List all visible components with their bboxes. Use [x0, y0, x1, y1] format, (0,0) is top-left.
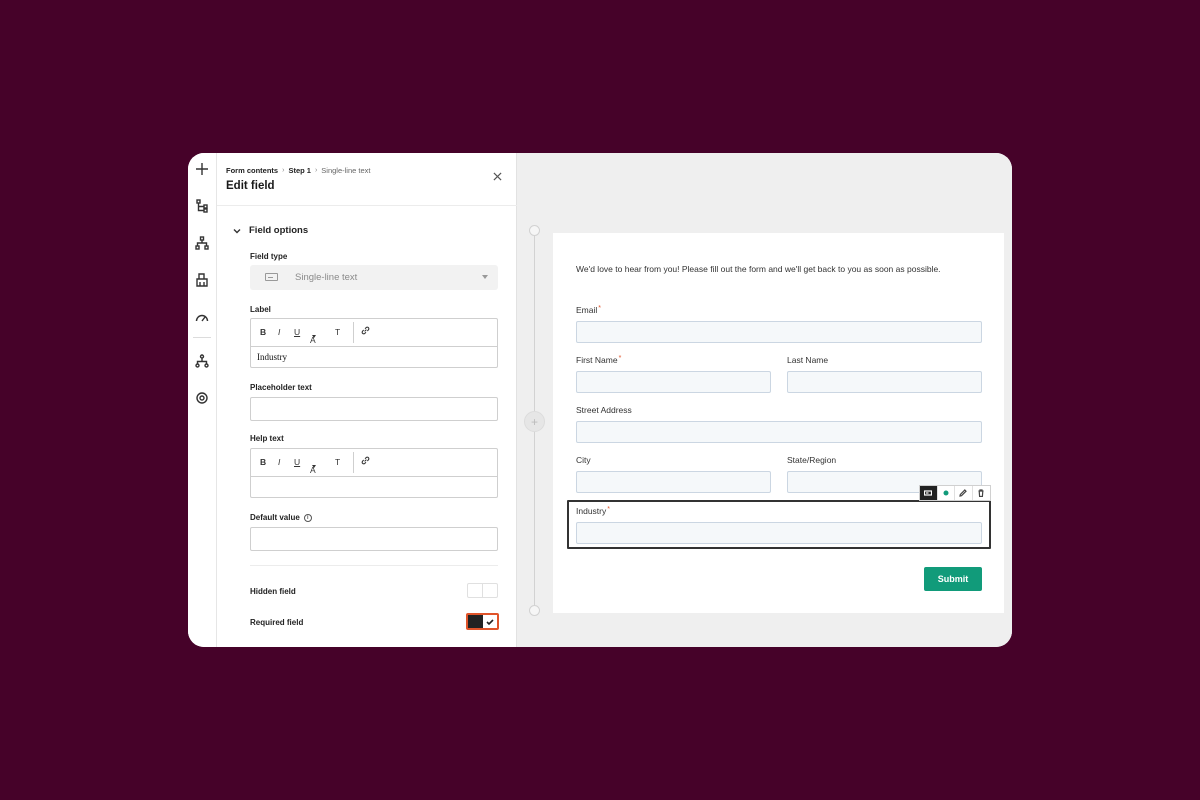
rich-text-toolbar: B I U A T [251, 319, 497, 347]
required-field-label: Required field [250, 618, 304, 627]
form-intro-text: We'd love to hear from you! Please fill … [576, 264, 941, 274]
label-input[interactable]: Industry [251, 347, 497, 367]
field-actions-toolbar [919, 485, 991, 501]
app-window: Form contents › Step 1 › Single-line tex… [188, 153, 1012, 647]
caret-down-icon [312, 335, 316, 338]
toggle-knob [483, 615, 497, 628]
required-mark: * [598, 305, 601, 312]
street-address-label: Street Address [576, 405, 632, 415]
field-type-value: Single-line text [295, 272, 358, 283]
default-value-input[interactable] [250, 527, 498, 551]
hidden-field-label: Hidden field [250, 587, 296, 596]
hierarchy-icon[interactable] [194, 235, 210, 251]
last-name-label: Last Name [787, 355, 829, 365]
field-type-select[interactable]: Single-line text [250, 265, 498, 290]
link-icon[interactable] [361, 326, 370, 337]
italic-button[interactable]: I [278, 327, 280, 337]
close-icon [492, 171, 502, 181]
street-address-field[interactable] [576, 421, 982, 443]
bold-button[interactable]: B [260, 327, 266, 337]
breadcrumb: Form contents › Step 1 › Single-line tex… [226, 166, 371, 175]
status-dot-icon [943, 490, 949, 496]
add-icon[interactable] [194, 161, 210, 177]
form-preview: + We'd love to hear from you! Please fil… [517, 153, 1012, 647]
text-field-icon [265, 273, 278, 281]
tree-icon[interactable] [194, 198, 210, 214]
toolbar-divider [353, 322, 354, 343]
breadcrumb-current: Single-line text [321, 166, 371, 175]
edit-action[interactable] [955, 486, 973, 500]
help-text-editor: B I U A T [250, 448, 498, 498]
help-text-input[interactable] [251, 477, 497, 497]
underline-button[interactable]: U [294, 457, 300, 467]
check-icon [486, 618, 494, 625]
default-value-label: Default value i [250, 513, 312, 522]
email-field[interactable] [576, 321, 982, 343]
city-label: City [576, 455, 591, 465]
header-divider [217, 205, 517, 206]
gauge-icon[interactable] [194, 309, 210, 325]
submit-button[interactable]: Submit [924, 567, 982, 591]
icon-rail [188, 153, 217, 647]
add-step-button[interactable]: + [524, 411, 545, 432]
trash-icon [978, 489, 984, 497]
org-chart-icon[interactable] [194, 353, 210, 369]
first-name-label: First Name* [576, 355, 621, 365]
caret-down-icon [482, 275, 488, 279]
section-title: Field options [249, 225, 309, 236]
pencil-icon [959, 489, 968, 497]
italic-button[interactable]: I [278, 457, 280, 467]
breadcrumb-form-contents[interactable]: Form contents [226, 166, 278, 175]
rail-divider [193, 337, 211, 338]
first-name-field[interactable] [576, 371, 771, 393]
status-dot-action[interactable] [938, 486, 955, 500]
delete-action[interactable] [973, 486, 990, 500]
email-label: Email* [576, 305, 601, 315]
label-editor: B I U A T Industry [250, 318, 498, 368]
city-field[interactable] [576, 471, 771, 493]
industry-label: Industry* [576, 506, 610, 516]
state-region-label: State/Region [787, 455, 837, 465]
field-type-label: Field type [250, 252, 288, 261]
field-type-action[interactable] [920, 486, 938, 500]
industry-field[interactable] [576, 522, 982, 544]
text-field-icon [924, 490, 933, 496]
style-brush-icon[interactable] [194, 272, 210, 288]
required-mark: * [607, 506, 610, 513]
info-icon[interactable]: i [303, 513, 312, 522]
form-card: We'd love to hear from you! Please fill … [553, 233, 1004, 613]
clear-format-button[interactable]: T [335, 457, 340, 467]
section-divider [250, 565, 498, 566]
breadcrumb-separator: › [314, 167, 318, 174]
step-dot-bottom [529, 605, 540, 616]
first-name-label-text: First Name [576, 355, 618, 365]
clear-format-button[interactable]: T [335, 327, 340, 337]
placeholder-input[interactable] [250, 397, 498, 421]
underline-button[interactable]: U [294, 327, 300, 337]
edit-field-panel: Form contents › Step 1 › Single-line tex… [217, 153, 517, 647]
breadcrumb-separator: › [282, 167, 285, 174]
hidden-field-toggle[interactable] [467, 583, 498, 598]
label-label: Label [250, 305, 271, 314]
last-name-field[interactable] [787, 371, 982, 393]
help-text-label: Help text [250, 434, 284, 443]
rich-text-toolbar: B I U A T [251, 449, 497, 477]
field-options-toggle[interactable]: Field options [233, 225, 308, 236]
gear-icon[interactable] [194, 390, 210, 406]
breadcrumb-step[interactable]: Step 1 [288, 166, 311, 175]
default-value-text: Default value [250, 513, 300, 522]
page-title: Edit field [226, 180, 275, 192]
step-dot-top [529, 225, 540, 236]
required-field-toggle[interactable] [466, 613, 499, 630]
link-icon[interactable] [361, 456, 370, 467]
close-button[interactable] [491, 170, 503, 182]
placeholder-label: Placeholder text [250, 383, 312, 392]
chevron-down-icon [233, 228, 241, 233]
email-label-text: Email [576, 305, 598, 315]
industry-label-text: Industry [576, 506, 607, 516]
required-mark: * [618, 355, 622, 362]
caret-down-icon [312, 465, 316, 468]
bold-button[interactable]: B [260, 457, 266, 467]
toolbar-divider [353, 452, 354, 473]
